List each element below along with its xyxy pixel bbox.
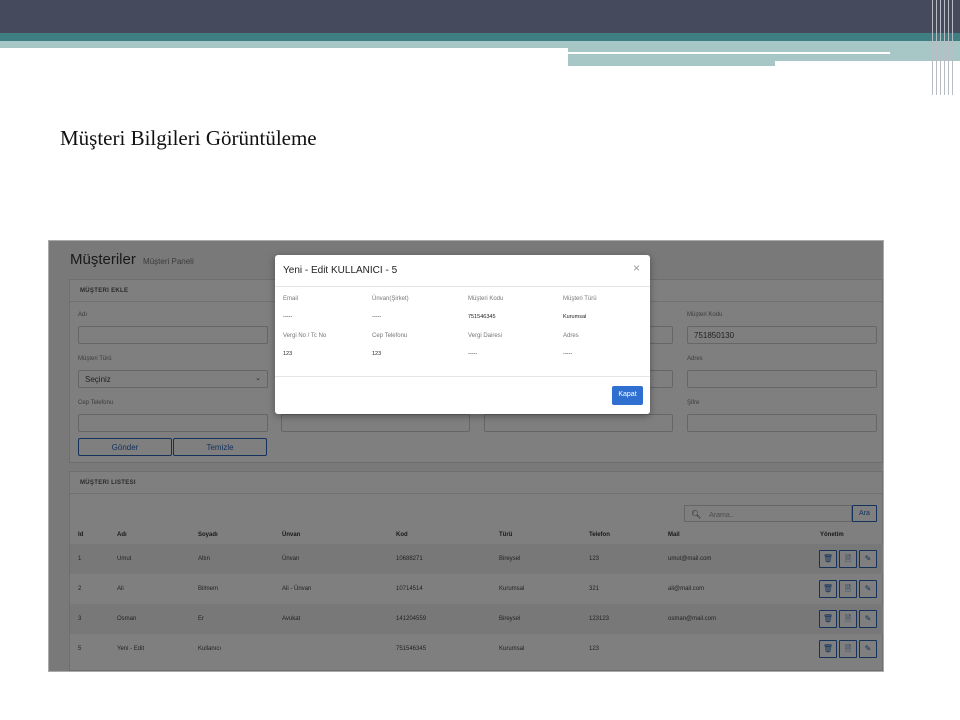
musteri-kodu-label: Müşteri Kodu [468,296,504,302]
musteri-turu-label: Müşteri Türü [563,296,597,302]
slide-stripe [568,52,890,54]
vergi-no-label: Vergi No / Tc No [283,333,327,339]
modal-divider [275,286,650,287]
slide-stripe [0,41,568,48]
adres-value: ----- [563,351,573,357]
vergi-dairesi-value: ----- [468,351,478,357]
musteri-turu-value: Kurumsal [563,314,587,320]
slide-title: Müşteri Bilgileri Görüntüleme [60,126,317,150]
vergi-no-value: 123 [283,351,293,357]
cep-telefonu-value: 123 [372,351,382,357]
vergi-dairesi-label: Vergi Dairesi [468,333,503,339]
slide: Müşteri Bilgileri Görüntüleme Müşteriler… [0,0,960,720]
slide-stripe [568,41,960,61]
modal-title: Yeni - Edit KULLANICI - 5 [283,265,398,276]
kapat-button[interactable]: Kapat [612,386,643,405]
slide-decor-lines [930,0,960,95]
unvan-value: ----- [372,314,382,320]
email-value: ----- [283,314,293,320]
customer-detail-modal: Yeni - Edit KULLANICI - 5 × Email ----- … [275,255,650,414]
modal-divider [275,376,650,377]
slide-stripe [0,33,960,41]
close-icon[interactable]: × [633,261,640,275]
cep-telefonu-label: Cep Telefonu [372,333,408,339]
adres-label: Adres [563,333,579,339]
slide-top-bar [0,0,960,33]
email-label: Email [283,296,299,302]
unvan-label: Ünvan(Şirket) [372,296,409,302]
slide-stripe [568,61,775,66]
app-screenshot: Müşteriler Müşteri Paneli MÜŞTERI EKLE A… [48,240,884,672]
musteri-kodu-value: 751546345 [468,314,496,320]
